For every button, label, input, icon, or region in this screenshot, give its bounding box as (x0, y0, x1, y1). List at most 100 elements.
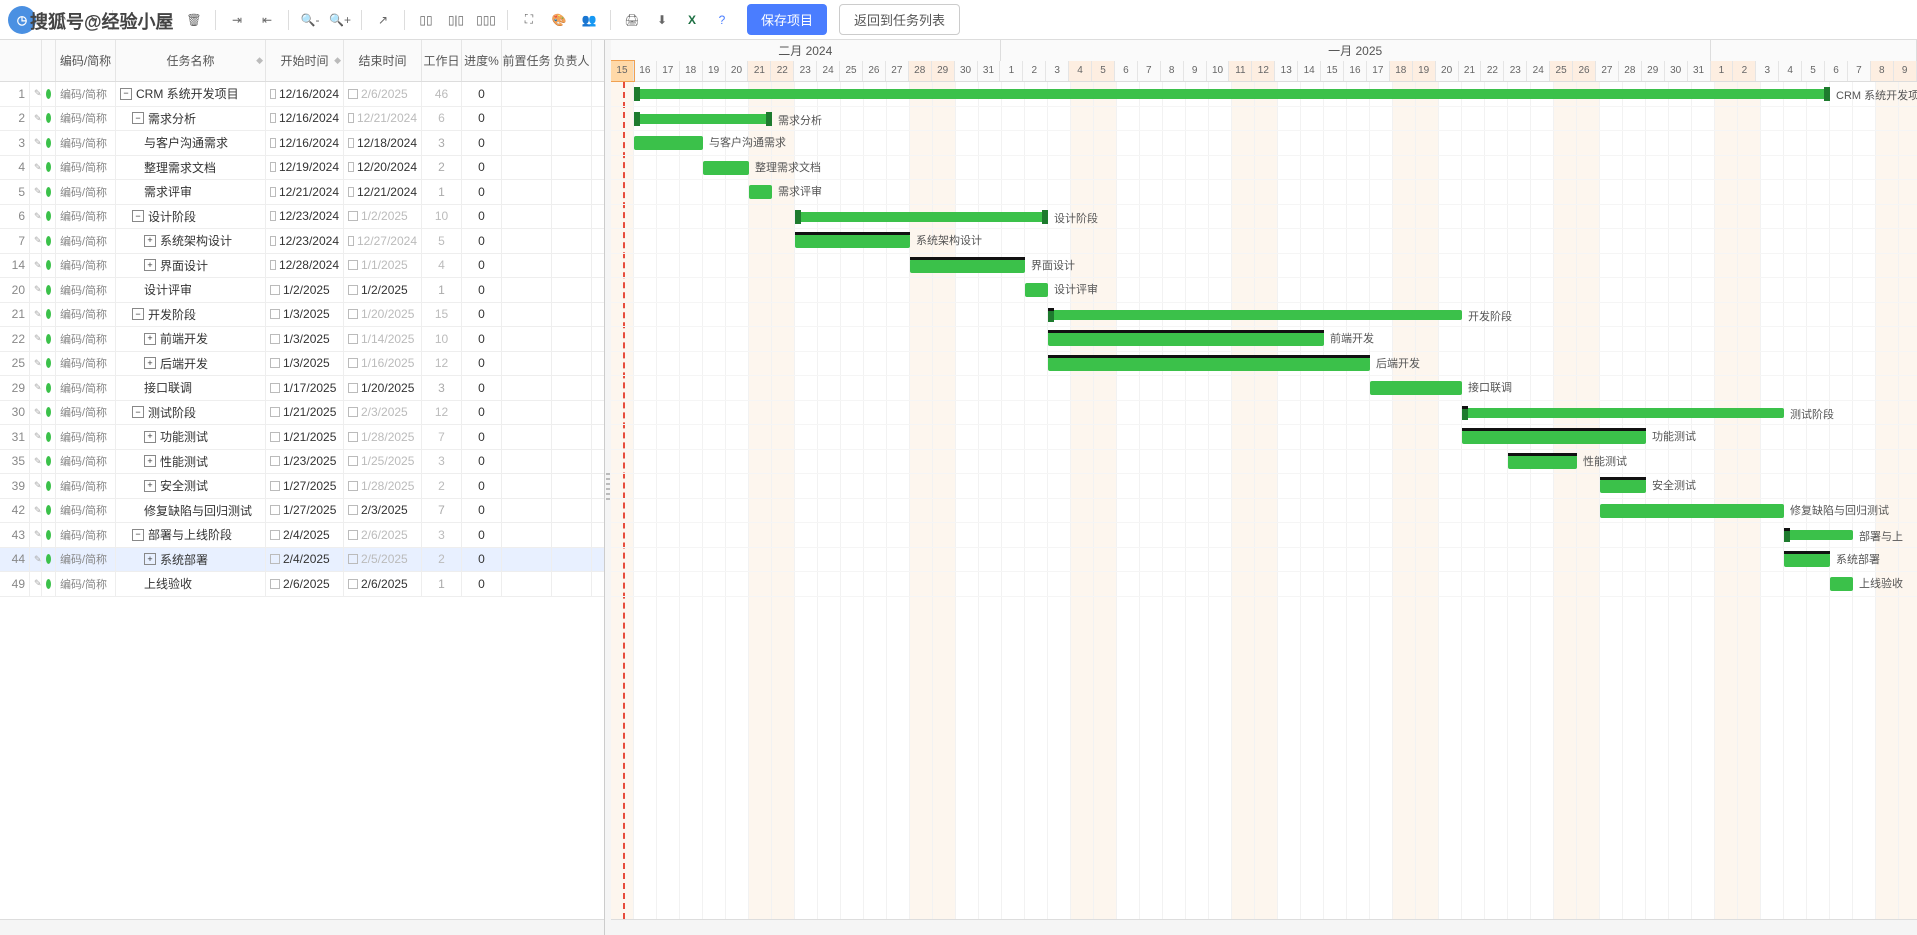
day-header[interactable]: 26 (1573, 61, 1596, 82)
start-cell[interactable]: 12/28/2024 (266, 254, 344, 278)
edit-icon[interactable]: ✎ (30, 107, 42, 131)
name-cell[interactable]: 上线验收 (116, 572, 266, 596)
checkbox-icon[interactable] (270, 530, 280, 540)
name-cell[interactable]: 整理需求文档 (116, 156, 266, 180)
end-cell[interactable]: 1/25/2025 (344, 450, 422, 474)
tree-toggle-icon[interactable]: − (132, 210, 144, 222)
layout2-icon[interactable]: ▯|▯ (443, 7, 469, 33)
day-header[interactable]: 8 (1161, 61, 1184, 82)
col-code[interactable]: 编码/简称 (56, 40, 116, 81)
day-header[interactable]: 16 (1344, 61, 1367, 82)
day-header[interactable]: 24 (817, 61, 840, 82)
edit-icon[interactable]: ✎ (30, 254, 42, 278)
start-cell[interactable]: 1/17/2025 (266, 376, 344, 400)
tree-toggle-icon[interactable]: + (144, 333, 156, 345)
col-work[interactable]: 工作日 (422, 40, 462, 81)
name-cell[interactable]: +功能测试 (116, 425, 266, 449)
edit-icon[interactable]: ✎ (30, 156, 42, 180)
start-cell[interactable]: 1/21/2025 (266, 401, 344, 425)
name-cell[interactable]: +界面设计 (116, 254, 266, 278)
help-icon[interactable]: ? (709, 7, 735, 33)
name-cell[interactable]: +性能测试 (116, 450, 266, 474)
checkbox-icon[interactable] (348, 383, 358, 393)
end-cell[interactable]: 1/20/2025 (344, 376, 422, 400)
end-cell[interactable]: 2/5/2025 (344, 548, 422, 572)
name-cell[interactable]: −需求分析 (116, 107, 266, 131)
checkbox-icon[interactable] (348, 334, 358, 344)
undo-icon[interactable]: ↶ (48, 7, 74, 33)
end-cell[interactable]: 1/14/2025 (344, 327, 422, 351)
day-header[interactable]: 16 (634, 61, 657, 82)
name-cell[interactable]: 接口联调 (116, 376, 266, 400)
day-header[interactable]: 20 (726, 61, 749, 82)
task-row[interactable]: 14✎编码/简称+界面设计12/28/20241/1/202540 (0, 254, 604, 279)
tree-toggle-icon[interactable]: + (144, 235, 156, 247)
day-header[interactable]: 11 (1229, 61, 1252, 82)
gantt-bar[interactable]: 接口联调 (1370, 381, 1462, 395)
checkbox-icon[interactable] (270, 481, 280, 491)
checkbox-icon[interactable] (348, 89, 358, 99)
start-cell[interactable]: 12/16/2024 (266, 131, 344, 155)
day-header[interactable]: 7 (1138, 61, 1161, 82)
start-cell[interactable]: 1/21/2025 (266, 425, 344, 449)
day-header[interactable]: 25 (1550, 61, 1573, 82)
start-cell[interactable]: 2/4/2025 (266, 523, 344, 547)
palette-icon[interactable]: 🎨 (546, 7, 572, 33)
name-cell[interactable]: +系统部署 (116, 548, 266, 572)
edit-icon[interactable]: ✎ (30, 82, 42, 106)
back-to-tasks-button[interactable]: 返回到任务列表 (839, 4, 960, 35)
checkbox-icon[interactable] (270, 113, 276, 123)
checkbox-icon[interactable] (348, 260, 358, 270)
day-header[interactable]: 29 (932, 61, 955, 82)
name-cell[interactable]: −开发阶段 (116, 303, 266, 327)
gantt-bar[interactable]: 整理需求文档 (703, 161, 749, 175)
checkbox-icon[interactable] (348, 579, 358, 589)
name-cell[interactable]: −CRM 系统开发项目 (116, 82, 266, 106)
day-header[interactable]: 22 (1481, 61, 1504, 82)
edit-icon[interactable]: ✎ (30, 278, 42, 302)
task-row[interactable]: 35✎编码/简称+性能测试1/23/20251/25/202530 (0, 450, 604, 475)
task-row[interactable]: 42✎编码/简称修复缺陷与回归测试1/27/20252/3/202570 (0, 499, 604, 524)
start-cell[interactable]: 12/21/2024 (266, 180, 344, 204)
tree-toggle-icon[interactable]: − (132, 112, 144, 124)
end-cell[interactable]: 1/28/2025 (344, 474, 422, 498)
day-header[interactable]: 3 (1046, 61, 1069, 82)
day-header[interactable]: 29 (1642, 61, 1665, 82)
edit-icon[interactable]: ✎ (30, 572, 42, 596)
day-header[interactable]: 9 (1894, 61, 1917, 82)
checkbox-icon[interactable] (348, 138, 354, 148)
checkbox-icon[interactable] (270, 89, 276, 99)
task-row[interactable]: 25✎编码/简称+后端开发1/3/20251/16/2025120 (0, 352, 604, 377)
start-cell[interactable]: 12/16/2024 (266, 107, 344, 131)
layout3-icon[interactable]: ▯▯▯ (473, 7, 499, 33)
gantt-bar[interactable]: 界面设计 (910, 259, 1025, 273)
gantt-bar[interactable]: 测试阶段 (1462, 408, 1784, 418)
tree-toggle-icon[interactable]: − (120, 88, 132, 100)
day-header[interactable]: 24 (1527, 61, 1550, 82)
col-progress[interactable]: 进度% (462, 40, 502, 81)
task-row[interactable]: 2✎编码/简称−需求分析12/16/202412/21/202460 (0, 107, 604, 132)
checkbox-icon[interactable] (270, 236, 276, 246)
fullscreen-icon[interactable]: ⛶ (516, 7, 542, 33)
day-header[interactable]: 3 (1756, 61, 1779, 82)
name-cell[interactable]: +安全测试 (116, 474, 266, 498)
checkbox-icon[interactable] (348, 456, 358, 466)
name-cell[interactable]: +系统架构设计 (116, 229, 266, 253)
day-header[interactable]: 23 (794, 61, 817, 82)
day-header[interactable]: 25 (840, 61, 863, 82)
gantt-body[interactable]: CRM 系统开发项目需求分析与客户沟通需求整理需求文档需求评审设计阶段系统架构设… (611, 82, 1917, 919)
day-header[interactable]: 15 (1321, 61, 1344, 82)
edit-icon[interactable]: ✎ (30, 180, 42, 204)
col-status[interactable] (42, 40, 56, 81)
day-header[interactable]: 31 (978, 61, 1001, 82)
gantt-bar[interactable]: 需求评审 (749, 185, 772, 199)
checkbox-icon[interactable] (348, 211, 358, 221)
day-header[interactable]: 5 (1092, 61, 1115, 82)
day-header[interactable]: 6 (1115, 61, 1138, 82)
start-cell[interactable]: 12/16/2024 (266, 82, 344, 106)
zoom-out-icon[interactable]: 🔍- (297, 7, 323, 33)
day-header[interactable]: 23 (1504, 61, 1527, 82)
day-header[interactable]: 21 (748, 61, 771, 82)
gantt-bar[interactable]: 上线验收 (1830, 577, 1853, 591)
checkbox-icon[interactable] (270, 358, 280, 368)
